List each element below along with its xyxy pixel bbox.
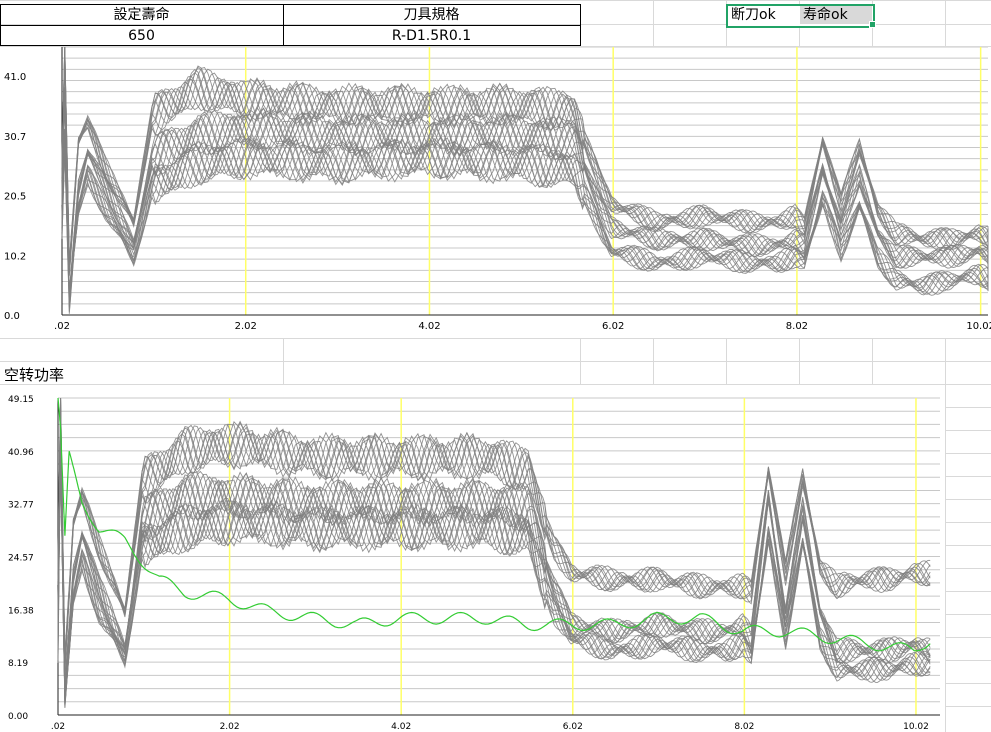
x-tick-label: 10.02 (966, 321, 991, 332)
y-tick-label: 32.77 (8, 501, 34, 511)
spreadsheet: 設定壽命 刀具規格 650 R-D1.5R0.1 断刀ok 寿命ok 空转功率 … (0, 0, 991, 732)
x-tick-label: .02 (51, 722, 65, 732)
series-line (57, 397, 931, 658)
value-life-cell[interactable]: 650 (0, 27, 283, 45)
x-tick-label: 2.02 (235, 321, 257, 332)
y-tick-label: 16.38 (8, 606, 34, 616)
y-tick-label: 30.7 (4, 132, 26, 143)
selection-handle[interactable] (869, 21, 876, 28)
x-tick-label: 8.02 (734, 722, 754, 732)
x-tick-label: 10.02 (903, 722, 929, 732)
y-tick-label: 0.0 (4, 311, 20, 322)
y-tick-label: 10.2 (4, 252, 26, 263)
x-tick-label: 6.02 (602, 321, 624, 332)
y-tick-label: 41.0 (4, 72, 26, 83)
chart1-lines[interactable]: 0.0 10.2 20.5 30.7 41.0 .02 2.02 4.02 6.02 8.02 10… (0, 47, 991, 337)
status-life-cell[interactable]: 寿命ok (800, 6, 872, 24)
y-tick-label: 8.19 (8, 659, 28, 669)
header-spec-cell[interactable]: 刀具規格 (283, 6, 580, 24)
x-tick-label: 6.02 (563, 722, 583, 732)
status-break-cell[interactable]: 断刀ok (728, 6, 801, 24)
y-tick-label: 24.57 (8, 554, 34, 564)
x-tick-label: 8.02 (786, 321, 808, 332)
value-spec-cell[interactable]: R-D1.5R0.1 (283, 27, 580, 45)
x-tick-label: 4.02 (418, 321, 440, 332)
x-tick-label: .02 (54, 321, 70, 332)
y-tick-label: 49.15 (8, 395, 34, 405)
chart2-idle-power[interactable]: 0.00 8.19 16.38 24.57 32.77 40.96 49.15 .02 2.02… (0, 388, 945, 732)
header-life-cell[interactable]: 設定壽命 (0, 6, 283, 24)
series-line (61, 55, 989, 276)
y-tick-label: 20.5 (4, 192, 26, 203)
x-tick-label: 4.02 (391, 722, 411, 732)
y-tick-label: 40.96 (8, 448, 34, 458)
chart2-title: 空转功率 (4, 366, 65, 384)
y-tick-label: 0.00 (8, 712, 28, 722)
x-tick-label: 2.02 (220, 722, 240, 732)
